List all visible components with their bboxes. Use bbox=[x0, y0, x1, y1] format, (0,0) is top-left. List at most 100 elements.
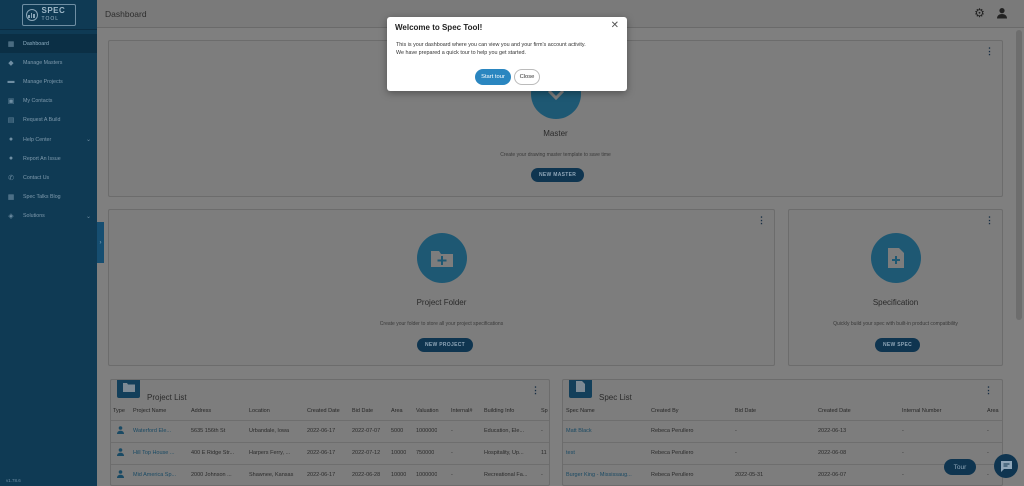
card-title: Project Folder bbox=[416, 298, 467, 307]
gear-icon[interactable]: ⚙ bbox=[973, 7, 986, 20]
table-row[interactable]: Burger King - Mississaug... Rebeca Perul… bbox=[563, 464, 1002, 485]
column-header[interactable]: Internal# bbox=[451, 408, 472, 414]
table-cell: 2022-06-28 bbox=[352, 472, 381, 478]
sidebar-collapse-toggle[interactable]: › bbox=[97, 222, 104, 263]
sidebar-item-dashboard[interactable]: ▦ Dashboard bbox=[0, 34, 97, 54]
close-icon[interactable]: ✕ bbox=[611, 21, 619, 31]
table-cell: 5000 bbox=[391, 428, 404, 434]
sidebar-item-help-center[interactable]: ● Help Center ⌄ bbox=[0, 130, 97, 149]
column-header[interactable]: Address bbox=[191, 408, 211, 414]
table-row[interactable]: Matt Black Rebeca Perullero - 2022-06-13… bbox=[563, 420, 1002, 441]
sidebar-item-manage-masters[interactable]: ◆ Manage Masters bbox=[0, 53, 97, 72]
column-header[interactable]: Internal Number bbox=[902, 408, 941, 414]
table-cell: 750000 bbox=[416, 450, 435, 456]
sidebar-item-label: Help Center bbox=[23, 136, 52, 143]
column-header[interactable]: Bid Date bbox=[352, 408, 373, 414]
logo-text: SPEC TOOL bbox=[41, 6, 66, 23]
column-header[interactable]: Type bbox=[113, 408, 125, 414]
sidebar-item-label: My Contacts bbox=[23, 98, 53, 105]
column-header[interactable]: Valuation bbox=[416, 408, 439, 414]
sidebar: SPEC TOOL ▦ Dashboard ◆ Manage Masters ▬… bbox=[0, 0, 97, 486]
logo[interactable]: SPEC TOOL bbox=[0, 0, 97, 30]
specification-card: ⋮ Specification Quickly build your spec … bbox=[788, 209, 1003, 366]
spec-list-panel: Spec List ⋮ Spec Name Created By Bid Dat… bbox=[562, 379, 1003, 486]
spec-name-link[interactable]: Matt Black bbox=[566, 428, 648, 434]
table-cell: Urbandale, Iowa bbox=[249, 428, 290, 434]
sidebar-item-spec-talks-blog[interactable]: ▦ Spec Talks Blog bbox=[0, 188, 97, 207]
sidebar-item-contact-us[interactable]: ✆ Contact Us bbox=[0, 168, 97, 187]
chevron-down-icon: ⌄ bbox=[85, 213, 91, 220]
project-name-link[interactable]: Waterford Ele... bbox=[133, 428, 187, 434]
table-row[interactable]: test Rebeca Perullero - 2022-06-08 - - bbox=[563, 442, 1002, 463]
column-header[interactable]: Sp bbox=[541, 408, 548, 414]
sidebar-item-label: Dashboard bbox=[23, 40, 49, 47]
new-spec-button[interactable]: NEW SPEC bbox=[875, 338, 921, 352]
column-header[interactable]: Spec Name bbox=[566, 408, 595, 414]
table-cell: Rebeca Perullero bbox=[651, 450, 694, 456]
column-header[interactable]: Created By bbox=[651, 408, 679, 414]
spec-name-link[interactable]: test bbox=[566, 450, 648, 456]
column-header[interactable]: Created Date bbox=[818, 408, 851, 414]
table-cell: - bbox=[987, 428, 989, 434]
more-vertical-icon[interactable]: ⋮ bbox=[531, 386, 540, 395]
spec-name-link[interactable]: Burger King - Mississaug... bbox=[566, 472, 648, 478]
person-icon bbox=[117, 448, 124, 458]
alert-icon: ● bbox=[8, 155, 14, 163]
table-cell: 400 E Ridge Str... bbox=[191, 450, 235, 456]
project-name-link[interactable]: Hill Top House ... bbox=[133, 450, 187, 456]
phone-icon: ✆ bbox=[8, 174, 14, 182]
logo-mark-icon bbox=[25, 8, 38, 21]
user-icon[interactable] bbox=[995, 7, 1008, 20]
more-vertical-icon[interactable]: ⋮ bbox=[985, 216, 994, 225]
table-row[interactable]: Hill Top House ... 400 E Ridge Str... Ha… bbox=[111, 442, 549, 463]
table-cell: Recreational Fa... bbox=[484, 472, 528, 478]
table-cell: 2022-07-12 bbox=[352, 450, 381, 456]
table-cell: - bbox=[902, 450, 904, 456]
sidebar-item-solutions[interactable]: ◈ Solutions ⌄ bbox=[0, 207, 97, 226]
table-cell: - bbox=[541, 472, 543, 478]
tour-button[interactable]: Tour bbox=[944, 459, 976, 475]
column-header[interactable]: Created Date bbox=[307, 408, 340, 414]
new-master-button[interactable]: NEW MASTER bbox=[531, 168, 585, 182]
table-cell: 10000 bbox=[391, 450, 407, 456]
more-vertical-icon[interactable]: ⋮ bbox=[757, 216, 766, 225]
sidebar-item-report-an-issue[interactable]: ● Report An Issue bbox=[0, 149, 97, 168]
table-cell: 2022-06-17 bbox=[307, 428, 336, 434]
table-cell: - bbox=[735, 450, 737, 456]
help-icon: ● bbox=[8, 136, 14, 144]
column-header[interactable]: Building Info bbox=[484, 408, 514, 414]
column-header[interactable]: Area bbox=[987, 408, 999, 414]
column-header[interactable]: Location bbox=[249, 408, 270, 414]
page-title: Dashboard bbox=[105, 9, 147, 19]
column-header[interactable]: Area bbox=[391, 408, 403, 414]
table-row[interactable]: Waterford Ele... 5635 156th St Urbandale… bbox=[111, 420, 549, 441]
table-cell: Harpers Ferry, ... bbox=[249, 450, 291, 456]
person-icon bbox=[117, 470, 124, 480]
page-scrollbar[interactable] bbox=[1016, 30, 1022, 320]
column-header[interactable]: Project Name bbox=[133, 408, 166, 414]
table-cell: 2022-06-08 bbox=[818, 450, 847, 456]
modal-text-line: We have prepared a quick tour to help yo… bbox=[396, 50, 526, 56]
document-icon bbox=[569, 380, 592, 398]
close-button[interactable]: Close bbox=[514, 69, 540, 85]
sidebar-item-manage-projects[interactable]: ▬ Manage Projects bbox=[0, 72, 97, 91]
start-tour-button[interactable]: Start tour bbox=[475, 69, 511, 85]
new-project-button[interactable]: NEW PROJECT bbox=[417, 338, 473, 352]
logo-text-bottom: TOOL bbox=[41, 15, 60, 22]
project-list-panel: Project List ⋮ Type Project Name Address… bbox=[110, 379, 550, 486]
table-cell: - bbox=[902, 472, 904, 478]
sidebar-item-my-contacts[interactable]: ▣ My Contacts bbox=[0, 92, 97, 111]
sidebar-item-request-a-build[interactable]: ▤ Request A Build bbox=[0, 111, 97, 130]
table-cell: 2022-06-07 bbox=[818, 472, 847, 478]
table-cell: - bbox=[735, 428, 737, 434]
table-cell: 1000000 bbox=[416, 428, 438, 434]
more-vertical-icon[interactable]: ⋮ bbox=[984, 386, 993, 395]
project-name-link[interactable]: Mid America Sp... bbox=[133, 472, 187, 478]
more-vertical-icon[interactable]: ⋮ bbox=[985, 47, 994, 56]
table-cell: Rebeca Perullero bbox=[651, 428, 694, 434]
column-header[interactable]: Bid Date bbox=[735, 408, 756, 414]
table-row[interactable]: Mid America Sp... 2000 Johnson ... Shawn… bbox=[111, 464, 549, 485]
chat-button[interactable] bbox=[994, 454, 1018, 478]
contacts-icon: ▣ bbox=[7, 98, 15, 106]
table-cell: 2022-05-31 bbox=[735, 472, 764, 478]
